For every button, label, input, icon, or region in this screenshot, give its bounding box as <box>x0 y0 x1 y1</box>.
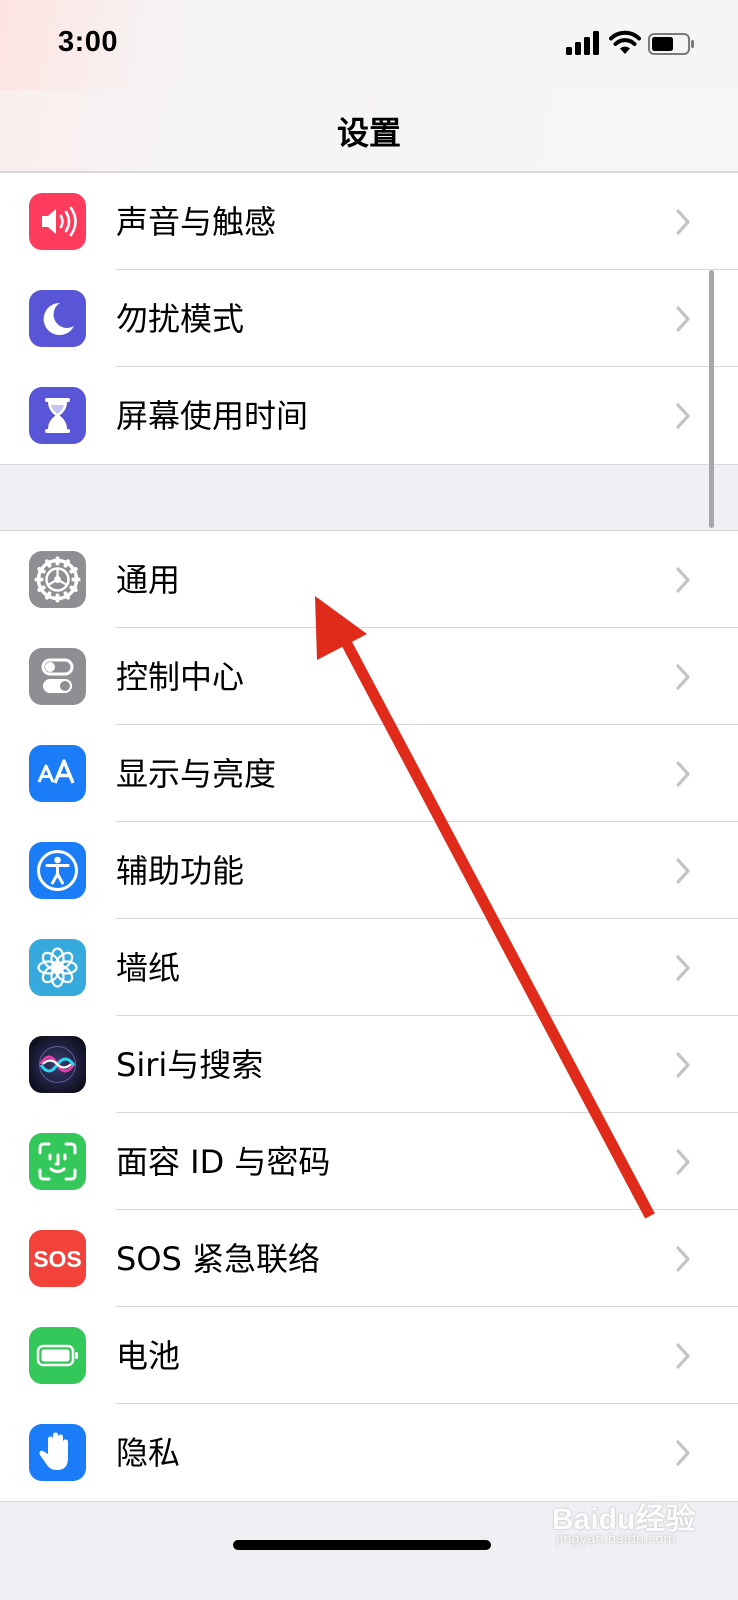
settings-item-siri-search[interactable]: Siri与搜索 <box>0 1016 738 1113</box>
toggles-icon <box>29 648 86 705</box>
settings-item-general[interactable]: 通用 <box>0 531 738 628</box>
chevron-right-icon <box>676 761 690 787</box>
cellular-signal-icon <box>566 31 599 55</box>
battery-status-icon <box>648 33 694 55</box>
settings-item-label: 通用 <box>116 561 181 599</box>
settings-item-label: 显示与亮度 <box>116 755 277 793</box>
baidu-watermark: Baidu经验 jingyan.baidu.com <box>552 1490 730 1550</box>
chevron-right-icon <box>676 1052 690 1078</box>
settings-item-display-brightness[interactable]: 显示与亮度 <box>0 725 738 822</box>
chevron-right-icon <box>676 209 690 235</box>
settings-item-label: SOS 紧急联络 <box>116 1240 320 1278</box>
face-id-icon <box>29 1133 86 1190</box>
settings-item-label: 控制中心 <box>116 658 245 696</box>
settings-item-control-center[interactable]: 控制中心 <box>0 628 738 725</box>
settings-item-do-not-disturb[interactable]: 勿扰模式 <box>0 270 738 367</box>
hand-icon <box>29 1424 86 1481</box>
sos-icon: SOS <box>29 1230 86 1287</box>
settings-item-label: 面容 ID 与密码 <box>116 1143 331 1181</box>
settings-group-main: 通用 控制中心 显示与亮度 辅助功能 墙纸 Siri与搜索 面容 ID 与密码 … <box>0 530 738 1502</box>
settings-item-sounds[interactable]: 声音与触感 <box>0 173 738 270</box>
speaker-icon <box>29 193 86 250</box>
settings-item-screen-time[interactable]: 屏幕使用时间 <box>0 367 738 464</box>
chevron-right-icon <box>676 1246 690 1272</box>
chevron-right-icon <box>676 955 690 981</box>
page-title: 设置 <box>336 114 401 152</box>
moon-icon <box>29 290 86 347</box>
wifi-icon <box>609 30 641 54</box>
home-indicator[interactable] <box>233 1540 491 1550</box>
chevron-right-icon <box>676 306 690 332</box>
settings-item-label: 勿扰模式 <box>116 300 245 338</box>
text-size-icon <box>29 745 86 802</box>
settings-item-label: 屏幕使用时间 <box>116 397 309 435</box>
siri-icon <box>29 1036 86 1093</box>
gear-icon <box>29 551 86 608</box>
chevron-right-icon <box>676 1149 690 1175</box>
chevron-right-icon <box>676 403 690 429</box>
chevron-right-icon <box>676 567 690 593</box>
settings-item-emergency-sos[interactable]: SOS SOS 紧急联络 <box>0 1210 738 1307</box>
hourglass-icon <box>29 387 86 444</box>
flower-icon <box>29 939 86 996</box>
status-bar: 3:00 <box>0 0 738 90</box>
watermark-url: jingyan.baidu.com <box>556 1532 676 1547</box>
settings-item-label: 声音与触感 <box>116 203 277 241</box>
navigation-bar: 设置 <box>0 90 738 172</box>
settings-item-label: Siri与搜索 <box>116 1046 264 1084</box>
status-time: 3:00 <box>58 26 119 58</box>
settings-item-label: 墙纸 <box>116 949 181 987</box>
settings-item-face-id-passcode[interactable]: 面容 ID 与密码 <box>0 1113 738 1210</box>
settings-item-privacy[interactable]: 隐私 <box>0 1404 738 1501</box>
scroll-indicator[interactable] <box>709 270 714 528</box>
settings-item-wallpaper[interactable]: 墙纸 <box>0 919 738 1016</box>
chevron-right-icon <box>676 664 690 690</box>
chevron-right-icon <box>676 1343 690 1369</box>
battery-icon <box>29 1327 86 1384</box>
settings-item-accessibility[interactable]: 辅助功能 <box>0 822 738 919</box>
settings-group-top: 声音与触感 勿扰模式 屏幕使用时间 <box>0 172 738 465</box>
settings-item-label: 辅助功能 <box>116 852 245 890</box>
sos-icon-text: SOS <box>33 1246 82 1272</box>
settings-item-label: 电池 <box>116 1337 181 1375</box>
settings-item-label: 隐私 <box>116 1434 181 1472</box>
accessibility-icon <box>29 842 86 899</box>
chevron-right-icon <box>676 858 690 884</box>
settings-item-battery[interactable]: 电池 <box>0 1307 738 1404</box>
chevron-right-icon <box>676 1440 690 1466</box>
